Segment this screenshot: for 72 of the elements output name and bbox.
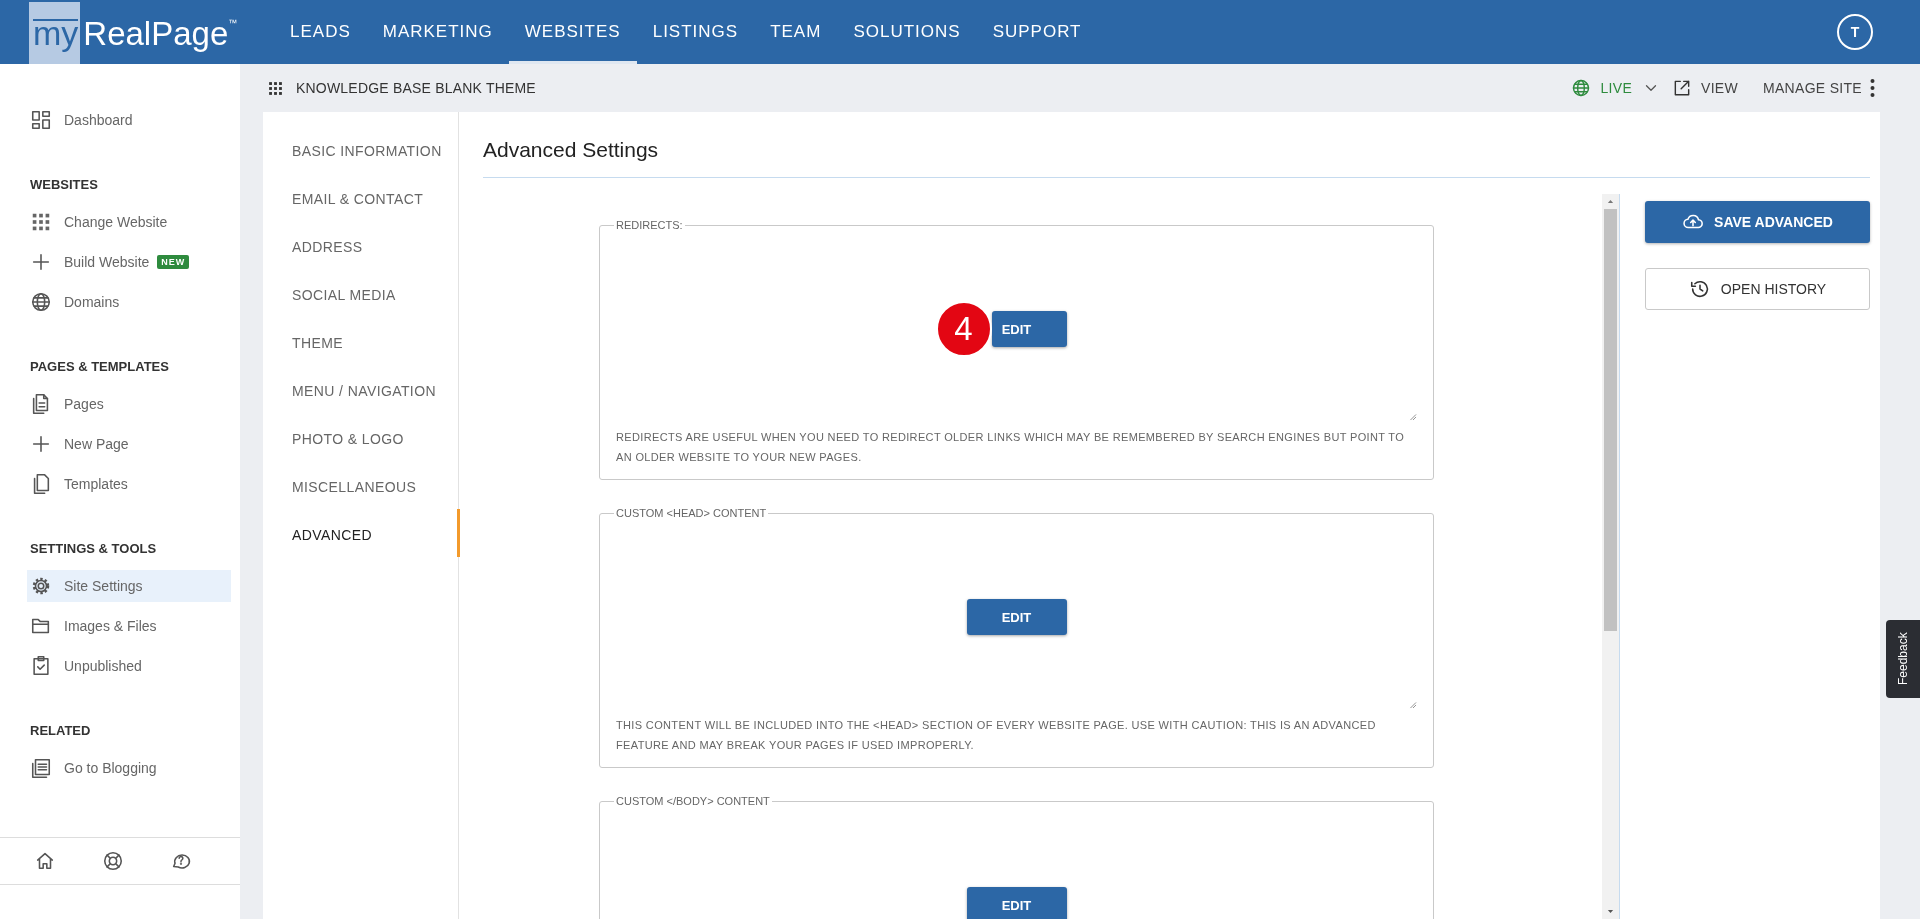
sidebar-item[interactable]: Site Settings: [27, 570, 231, 602]
clipboard-check-icon: [30, 655, 52, 677]
plus-icon: [30, 251, 52, 273]
sidebar-item[interactable]: Unpublished: [27, 650, 231, 682]
sidebar-item[interactable]: Dashboard: [27, 104, 231, 136]
settings-tab[interactable]: ADVANCED: [263, 509, 460, 557]
page-title: Advanced Settings: [483, 112, 1870, 178]
settings-tab[interactable]: EMAIL & CONTACT: [263, 173, 460, 221]
grid-icon: [30, 211, 52, 233]
save-button[interactable]: SAVE ADVANCED: [1645, 201, 1870, 243]
logo-prefix: my: [29, 0, 81, 64]
scrollbar-thumb[interactable]: [1604, 209, 1617, 631]
edit-button[interactable]: EDIT: [991, 311, 1067, 347]
plus-icon: [30, 433, 52, 455]
lifebuoy-icon[interactable]: [102, 850, 124, 872]
field-help-text: REDIRECTS ARE USEFUL WHEN YOU NEED TO REDIRECT OLDER LINKS WHICH MAY BE REMEMBERED BY SEARCH ENGINES BUT POINT TO AN OLDER WEBSITE TO YOUR NEW PAGES.: [616, 430, 1406, 465]
edit-button[interactable]: EDIT: [966, 887, 1067, 919]
settings-tab[interactable]: THEME: [263, 317, 460, 365]
nav-tab[interactable]: LISTINGS: [636, 0, 755, 64]
user-avatar[interactable]: T: [1837, 14, 1873, 50]
field-legend: REDIRECTS:: [614, 219, 685, 231]
nav-tab[interactable]: MARKETING: [366, 0, 509, 64]
edit-button[interactable]: EDIT: [966, 599, 1067, 635]
view-link[interactable]: VIEW: [1672, 78, 1738, 98]
more-vertical-icon: [1870, 79, 1875, 97]
nav-tab[interactable]: LEADS: [274, 0, 367, 64]
sidebar-item[interactable]: Templates: [27, 468, 231, 500]
sidebar-item[interactable]: Build Website NEW: [27, 246, 231, 278]
sidebar-item[interactable]: Pages: [27, 388, 231, 420]
grid-icon: [267, 79, 284, 97]
settings-icon: [30, 575, 52, 597]
field-help-text: THIS CONTENT WILL BE INCLUDED INTO THE <HEAD> SECTION OF EVERY WEBSITE PAGE. USE WITH CAUTION: THIS IS AN ADVANCED FEATURE AND MAY BREAK YOUR PAGES IF USED IMPROPERLY.: [616, 718, 1377, 753]
scroll-down-icon: [1606, 907, 1615, 916]
settings-tab[interactable]: MENU / NAVIGATION: [263, 365, 460, 413]
nav-tab[interactable]: TEAM: [754, 0, 838, 64]
globe-icon: [1571, 78, 1592, 98]
manage-site-button[interactable]: MANAGE SITE: [1763, 79, 1875, 97]
section-heading: SETTINGS & TOOLS: [30, 539, 158, 558]
settings-tab[interactable]: BASIC INFORMATION: [263, 125, 460, 173]
scrollbar-track[interactable]: [1602, 194, 1620, 919]
newspaper-icon: [30, 757, 52, 779]
section-heading: WEBSITES: [30, 175, 99, 194]
site-title: KNOWLEDGE BASE BLANK THEME: [296, 80, 536, 96]
logo-text: RealPage: [82, 14, 229, 54]
resize-grip-icon: [1407, 699, 1417, 709]
sidebar-item[interactable]: Go to Blogging: [27, 752, 231, 784]
field-legend: CUSTOM <HEAD> CONTENT: [614, 507, 769, 519]
sidebar-item[interactable]: Images & Files: [27, 610, 231, 642]
sidebar-item[interactable]: New Page: [27, 428, 231, 460]
section-heading: PAGES & TEMPLATES: [30, 357, 170, 376]
scroll-up-icon: [1606, 197, 1615, 206]
dashboard-icon: [30, 109, 52, 131]
step-number-badge: 4: [935, 301, 992, 357]
sidebar-item[interactable]: Domains: [27, 286, 231, 318]
nav-tab[interactable]: SOLUTIONS: [837, 0, 977, 64]
feedback-tab[interactable]: Feedback: [1886, 620, 1920, 698]
settings-tab[interactable]: SOCIAL MEDIA: [263, 269, 460, 317]
trademark-mark: ™: [228, 17, 238, 30]
section-heading: RELATED: [30, 721, 92, 740]
nav-tab[interactable]: SUPPORT: [976, 0, 1098, 64]
sidebar-item[interactable]: Change Website: [27, 206, 231, 238]
live-status-button[interactable]: LIVE: [1571, 78, 1633, 98]
home-icon[interactable]: [34, 850, 56, 872]
settings-tab[interactable]: MISCELLANEOUS: [263, 461, 460, 509]
field-legend: CUSTOM </BODY> CONTENT: [614, 795, 772, 807]
settings-tab[interactable]: PHOTO & LOGO: [263, 413, 460, 461]
history-icon: [1688, 278, 1711, 300]
history-button[interactable]: OPEN HISTORY: [1645, 268, 1870, 310]
resize-grip-icon: [1407, 411, 1417, 421]
globe-icon: [30, 291, 52, 313]
new-badge: NEW: [157, 255, 190, 269]
settings-tab[interactable]: ADDRESS: [263, 221, 460, 269]
